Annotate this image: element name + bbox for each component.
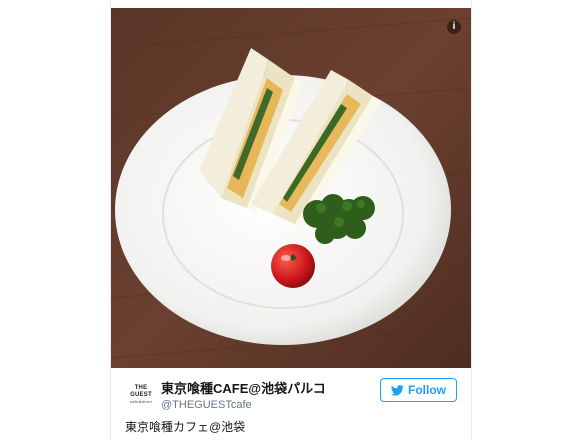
avatar-line-3: cafe&diner [129,398,153,404]
author-names: 東京喰種CAFE@池袋パルコ @THEGUESTcafe [161,378,326,411]
user-handle[interactable]: @THEGUESTcafe [161,399,326,411]
tweet-text: 東京喰種カフェ@池袋 [125,420,246,434]
twitter-bird-icon [391,384,404,396]
info-icon[interactable]: i [447,20,461,34]
display-name[interactable]: 東京喰種CAFE@池袋パルコ [161,378,326,397]
tweet-photo[interactable]: i [111,8,471,368]
embedded-tweet-card: i THE GUEST cafe&diner 東京喰種CAFE@池袋パルコ @T… [110,0,472,440]
follow-label: Follow [408,383,446,397]
avatar[interactable]: THE GUEST cafe&diner [125,378,157,410]
follow-button[interactable]: Follow [380,378,457,402]
tweet-author: THE GUEST cafe&diner 東京喰種CAFE@池袋パルコ @THE… [125,372,461,412]
avatar-line-2: GUEST [130,391,152,398]
avatar-line-1: THE [134,384,148,391]
sandwich-plate-image [111,8,471,368]
